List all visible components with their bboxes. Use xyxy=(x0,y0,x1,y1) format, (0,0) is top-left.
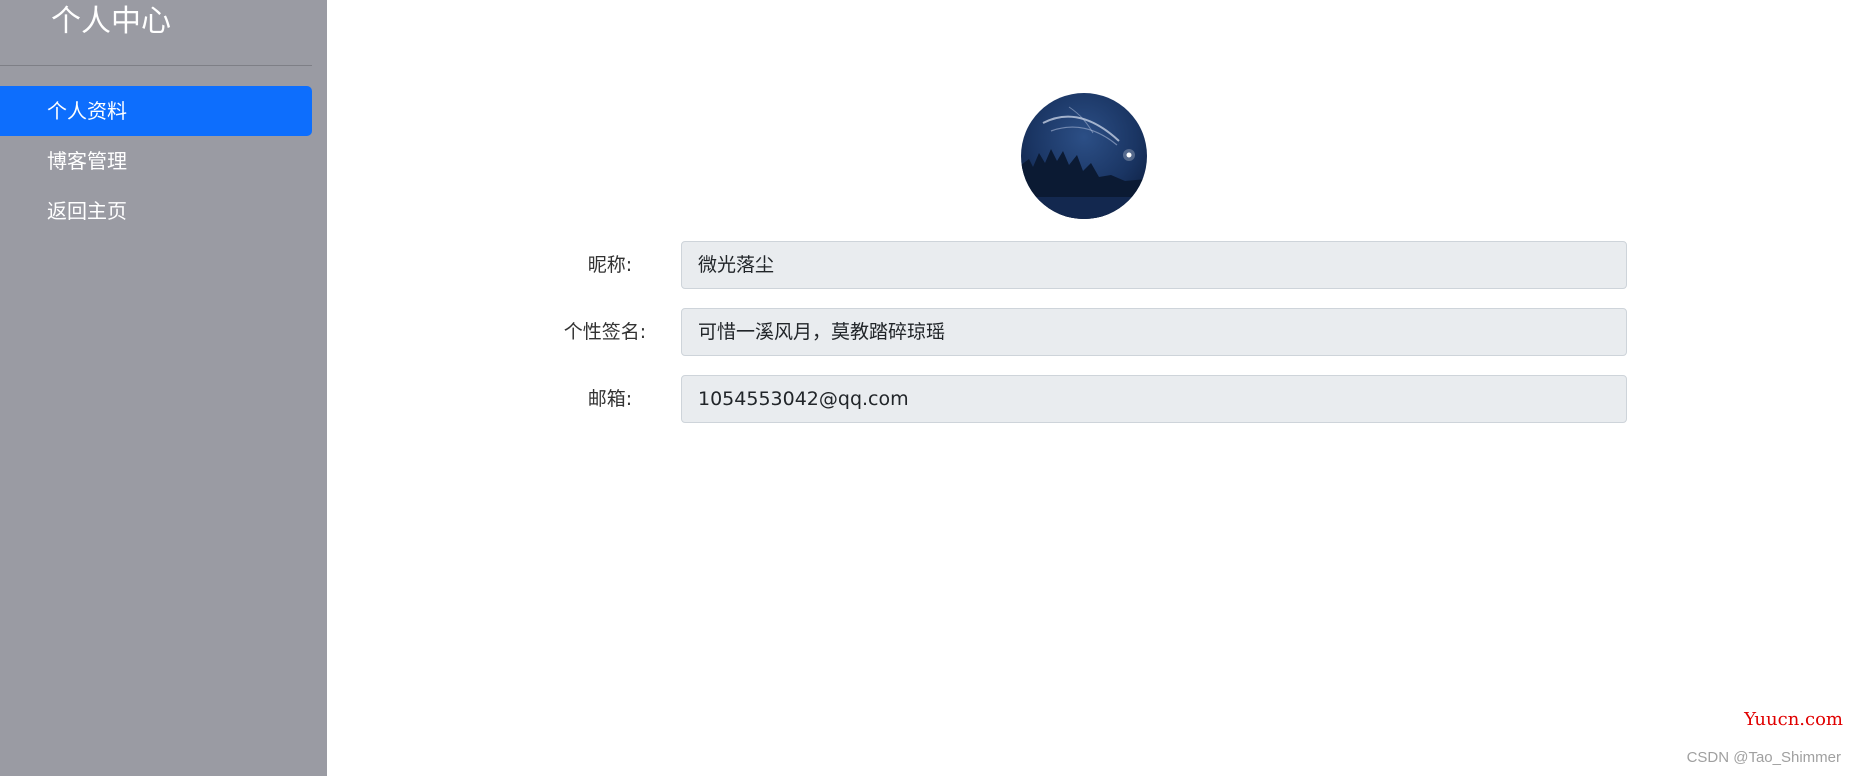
avatar-night-sky-image xyxy=(1021,93,1147,219)
form-row-email: 邮箱: 1054553042@qq.com xyxy=(0,375,1857,423)
sidebar-item-profile[interactable]: 个人资料 xyxy=(0,86,312,136)
nickname-label: 昵称: xyxy=(587,254,633,276)
signature-label: 个性签名: xyxy=(563,321,647,343)
page: 个人中心 个人资料 博客管理 返回主页 昵称: 微光落尘 个性签名: 可惜一溪风… xyxy=(0,0,1857,776)
sidebar-divider xyxy=(0,65,312,66)
nickname-field[interactable]: 微光落尘 xyxy=(681,241,1627,289)
sidebar-item-blog-management[interactable]: 博客管理 xyxy=(0,136,312,186)
form-row-nickname: 昵称: 微光落尘 xyxy=(0,241,1857,289)
site-watermark: Yuucn.com xyxy=(1744,709,1843,730)
email-label: 邮箱: xyxy=(587,388,633,410)
signature-field[interactable]: 可惜一溪风月，莫教踏碎琼瑶 xyxy=(681,308,1627,356)
sidebar-title: 个人中心 xyxy=(51,4,171,39)
sidebar-item-back-home[interactable]: 返回主页 xyxy=(0,186,312,236)
sidebar-nav: 个人资料 博客管理 返回主页 xyxy=(0,86,312,236)
form-row-signature: 个性签名: 可惜一溪风月，莫教踏碎琼瑶 xyxy=(0,308,1857,356)
csdn-watermark: CSDN @Tao_Shimmer xyxy=(1686,749,1841,766)
avatar[interactable] xyxy=(1021,93,1147,219)
email-field[interactable]: 1054553042@qq.com xyxy=(681,375,1627,423)
